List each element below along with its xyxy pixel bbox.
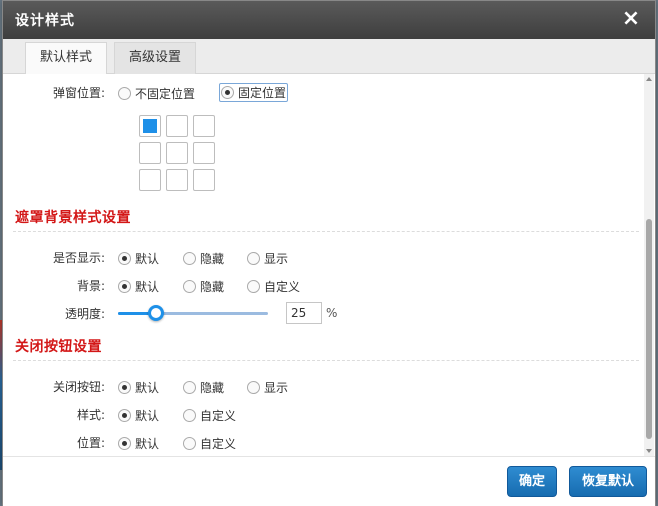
mask-background-label: 背景: — [76, 279, 105, 293]
radio-circle-icon — [118, 381, 131, 394]
radio-circle-icon — [183, 437, 196, 450]
mask-section-title: 遮罩背景样式设置 — [15, 210, 131, 226]
position-grid — [139, 115, 219, 193]
opacity-label: 透明度: — [64, 307, 105, 321]
grid-cell-top-right[interactable] — [193, 115, 215, 137]
dialog-titlebar: 设计样式 × — [3, 1, 655, 39]
radio-label: 默认 — [135, 252, 160, 266]
tab-default-style[interactable]: 默认样式 — [25, 42, 108, 74]
radio-label: 隐藏 — [200, 280, 225, 294]
radio-background-hide[interactable]: 隐藏 — [183, 278, 224, 295]
design-style-dialog: 设计样式 × 默认样式 高级设置 弹窗位置: 不固定位置 固定位置 遮罩背景样式… — [2, 0, 656, 506]
radio-background-custom[interactable]: 自定义 — [247, 278, 300, 295]
radio-circle-icon — [183, 252, 196, 265]
radio-label: 默认 — [135, 409, 160, 423]
mask-show-row: 是否显示: 默认 隐藏 显示 — [3, 246, 647, 268]
radio-position-custom[interactable]: 自定义 — [183, 435, 236, 452]
radio-label: 自定义 — [264, 280, 301, 294]
confirm-button[interactable]: 确定 — [507, 466, 557, 497]
opacity-unit: % — [326, 306, 338, 320]
popup-position-label: 弹窗位置: — [52, 86, 105, 100]
grid-cell-middle-right[interactable] — [193, 142, 215, 164]
mask-show-label: 是否显示: — [52, 251, 105, 265]
radio-label: 隐藏 — [200, 252, 225, 266]
radio-style-default[interactable]: 默认 — [118, 407, 159, 424]
radio-mask-show-default[interactable]: 默认 — [118, 250, 159, 267]
close-section-title: 关闭按钮设置 — [15, 339, 102, 355]
close-button-label: 关闭按钮: — [52, 380, 105, 394]
radio-label: 自定义 — [200, 437, 237, 451]
popup-position-row: 弹窗位置: 不固定位置 固定位置 — [3, 81, 647, 103]
close-icon[interactable]: × — [621, 8, 641, 30]
opacity-slider-handle[interactable] — [147, 305, 164, 321]
radio-circle-icon — [118, 409, 131, 422]
close-button-row: 关闭按钮: 默认 隐藏 显示 — [3, 375, 647, 397]
radio-fixed-position[interactable]: 固定位置 — [219, 83, 289, 102]
radio-circle-icon — [247, 381, 260, 394]
grid-cell-top-left[interactable] — [139, 115, 161, 137]
radio-circle-icon — [221, 86, 234, 99]
grid-cell-bottom-right[interactable] — [193, 169, 215, 191]
radio-label: 默认 — [135, 437, 160, 451]
radio-style-custom[interactable]: 自定义 — [183, 407, 236, 424]
radio-close-default[interactable]: 默认 — [118, 379, 159, 396]
radio-circle-icon — [183, 409, 196, 422]
mask-background-row: 背景: 默认 隐藏 自定义 — [3, 274, 647, 296]
grid-cell-middle-left[interactable] — [139, 142, 161, 164]
reset-default-button[interactable]: 恢复默认 — [569, 466, 647, 497]
radio-label: 默认 — [135, 280, 160, 294]
radio-label: 显示 — [264, 252, 289, 266]
scroll-up-icon[interactable] — [646, 77, 652, 81]
radio-label: 不固定位置 — [135, 87, 196, 101]
tab-bar: 默认样式 高级设置 — [3, 39, 655, 74]
opacity-row: 透明度: % — [3, 302, 647, 324]
radio-label: 显示 — [264, 381, 289, 395]
grid-cell-center[interactable] — [166, 142, 188, 164]
radio-circle-icon — [118, 87, 131, 100]
content-scrollbar[interactable] — [644, 74, 654, 456]
radio-circle-icon — [247, 252, 260, 265]
radio-background-default[interactable]: 默认 — [118, 278, 159, 295]
opacity-input[interactable] — [286, 302, 322, 324]
radio-label: 默认 — [135, 381, 160, 395]
radio-circle-icon — [118, 437, 131, 450]
close-position-row: 位置: 默认 自定义 — [3, 431, 647, 453]
dialog-title: 设计样式 — [15, 13, 75, 29]
settings-content: 弹窗位置: 不固定位置 固定位置 遮罩背景样式设置 是否显示: 默认 隐藏 显示… — [3, 74, 647, 456]
radio-circle-icon — [247, 280, 260, 293]
radio-close-show[interactable]: 显示 — [247, 379, 288, 396]
radio-close-hide[interactable]: 隐藏 — [183, 379, 224, 396]
radio-label: 固定位置 — [238, 86, 287, 100]
scrollbar-thumb[interactable] — [646, 219, 652, 439]
radio-mask-show-show[interactable]: 显示 — [247, 250, 288, 267]
close-position-label: 位置: — [76, 436, 105, 450]
close-style-row: 样式: 默认 自定义 — [3, 403, 647, 425]
radio-label: 自定义 — [200, 409, 237, 423]
tab-advanced-settings[interactable]: 高级设置 — [114, 42, 197, 74]
grid-cell-top-center[interactable] — [166, 115, 188, 137]
radio-circle-icon — [118, 280, 131, 293]
grid-cell-bottom-center[interactable] — [166, 169, 188, 191]
radio-circle-icon — [183, 381, 196, 394]
radio-label: 隐藏 — [200, 381, 225, 395]
radio-circle-icon — [183, 280, 196, 293]
section-divider — [13, 231, 639, 232]
dialog-footer: 确定 恢复默认 — [3, 456, 655, 506]
grid-cell-bottom-left[interactable] — [139, 169, 161, 191]
section-divider — [13, 360, 639, 361]
radio-mask-show-hide[interactable]: 隐藏 — [183, 250, 224, 267]
close-style-label: 样式: — [76, 408, 105, 422]
scroll-down-icon[interactable] — [646, 449, 652, 453]
radio-circle-icon — [118, 252, 131, 265]
radio-not-fixed-position[interactable]: 不固定位置 — [118, 85, 195, 102]
radio-position-default[interactable]: 默认 — [118, 435, 159, 452]
